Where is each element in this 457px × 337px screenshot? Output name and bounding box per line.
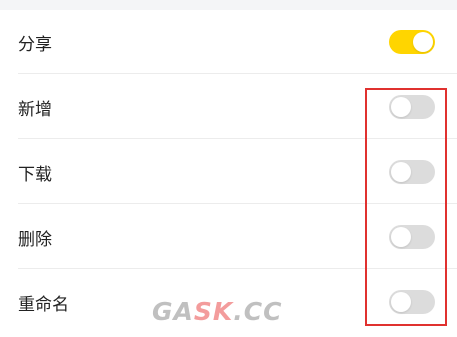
watermark-part-3: .CC <box>233 297 283 326</box>
top-background-strip <box>0 0 457 10</box>
watermark-part-1: GA <box>152 297 194 326</box>
site-watermark: GASK.CC <box>152 297 282 326</box>
watermark-part-2: SK <box>193 297 234 326</box>
highlight-annotation-box <box>365 88 447 326</box>
setting-label-rename: 重命名 <box>18 294 69 315</box>
row-divider <box>18 73 457 74</box>
share-toggle[interactable] <box>389 30 435 54</box>
setting-row-share: 分享 <box>0 10 457 74</box>
setting-label-share: 分享 <box>18 34 52 55</box>
setting-label-add: 新增 <box>18 99 52 120</box>
setting-label-download: 下载 <box>18 164 52 185</box>
setting-label-delete: 删除 <box>18 229 52 250</box>
toggle-knob <box>413 32 433 52</box>
